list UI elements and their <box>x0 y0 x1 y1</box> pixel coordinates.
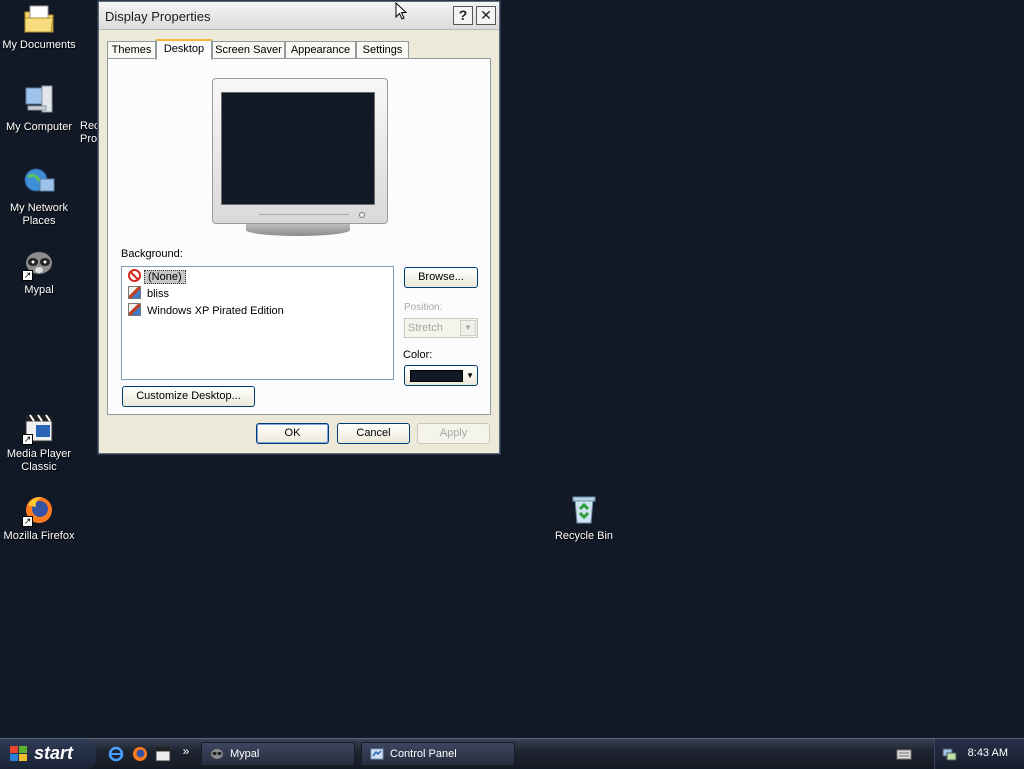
monitor-stand <box>246 224 350 236</box>
ok-button[interactable]: OK <box>256 423 329 444</box>
network-globe-icon <box>22 165 56 199</box>
desktop-icon-my-documents[interactable]: My Documents <box>0 2 78 52</box>
image-icon <box>128 303 141 316</box>
desktop-icon-recycle-bin[interactable]: Recycle Bin <box>545 493 623 543</box>
monitor-preview-screen <box>221 92 375 205</box>
tab-settings[interactable]: Settings <box>356 41 409 59</box>
taskbar-button-control-panel[interactable]: Control Panel <box>361 742 515 766</box>
system-tray: 8:43 AM <box>934 739 1024 769</box>
desktop-icon-mozilla-firefox[interactable]: ↗ Mozilla Firefox <box>0 493 78 543</box>
control-panel-icon <box>370 747 384 761</box>
desktop-icon-my-network-places[interactable]: My Network Places <box>0 165 78 228</box>
clock[interactable]: 8:43 AM <box>968 747 1008 759</box>
desktop-tab-panel: Background: (None) bliss Windows XP Pira… <box>107 58 491 415</box>
desktop-icon-label-line-1: My Network <box>9 202 69 214</box>
position-select: Stretch ▼ <box>404 318 478 338</box>
raccoon-icon: ↗ <box>22 247 56 281</box>
monitor-slot <box>259 214 349 217</box>
tab-themes[interactable]: Themes <box>107 41 156 59</box>
list-item[interactable]: bliss <box>128 286 172 302</box>
keyboard-icon[interactable] <box>896 746 912 762</box>
cancel-button[interactable]: Cancel <box>337 423 410 444</box>
apply-button: Apply <box>417 423 490 444</box>
image-icon <box>128 286 141 299</box>
position-label: Position: <box>404 302 443 313</box>
desktop-icon-label-line-1: Media Player <box>6 448 72 460</box>
color-swatch <box>410 370 463 382</box>
desktop-icon-label-line-2: Classic <box>21 461 57 473</box>
taskbar: start » Mypal Control Panel 8:43 AM <box>0 738 1024 769</box>
quicklaunch-media-player-icon[interactable] <box>155 746 171 762</box>
shortcut-arrow-icon: ↗ <box>22 516 33 527</box>
shortcut-arrow-icon: ↗ <box>22 270 33 281</box>
tab-screen-saver[interactable]: Screen Saver <box>212 41 285 59</box>
desktop-icon-label: Mypal <box>24 284 54 296</box>
power-led-icon <box>359 212 365 218</box>
clipped-label-line-1: Rec <box>80 120 100 132</box>
clipped-desktop-label: Rec Pro <box>80 120 100 146</box>
taskbar-button-label: Mypal <box>230 748 260 760</box>
quicklaunch-firefox-icon[interactable] <box>132 746 148 762</box>
mouse-cursor-icon <box>395 2 407 20</box>
monitor-preview <box>212 78 388 224</box>
quicklaunch-chevron-icon[interactable]: » <box>178 743 194 759</box>
windows-flag-icon <box>10 746 28 762</box>
background-listbox[interactable]: (None) bliss Windows XP Pirated Edition <box>121 266 394 380</box>
desktop-icon-label: Mozilla Firefox <box>3 530 75 542</box>
desktop-icon-label: My Documents <box>2 39 76 51</box>
computer-icon <box>22 84 56 118</box>
chevron-down-icon: ▼ <box>466 371 474 380</box>
folder-icon <box>22 2 56 36</box>
raccoon-icon <box>210 747 224 761</box>
desktop-icon-label-line-2: Places <box>22 215 56 227</box>
shortcut-arrow-icon: ↗ <box>22 434 33 445</box>
start-label: start <box>34 743 74 763</box>
dialog-titlebar[interactable]: Display Properties ? ✕ <box>99 2 499 30</box>
film-clapper-icon: ↗ <box>22 411 56 445</box>
none-icon <box>128 269 141 282</box>
desktop-icon-label: My Computer <box>5 121 73 133</box>
color-picker-button[interactable]: ▼ <box>404 365 478 386</box>
firefox-icon: ↗ <box>22 493 56 527</box>
taskbar-button-label: Control Panel <box>390 748 457 760</box>
list-item-label: Windows XP Pirated Edition <box>147 305 284 317</box>
desktop-icon-media-player-classic[interactable]: ↗ Media Player Classic <box>0 411 78 474</box>
tab-desktop[interactable]: Desktop <box>156 39 212 60</box>
desktop-icon-my-computer[interactable]: My Computer <box>0 84 78 134</box>
customize-desktop-button[interactable]: Customize Desktop... <box>122 386 255 407</box>
taskbar-button-mypal[interactable]: Mypal <box>201 742 355 766</box>
list-item-label: bliss <box>147 288 170 300</box>
list-item-label: (None) <box>144 270 186 284</box>
background-label: Background: <box>121 248 183 260</box>
desktop-icon-label: Recycle Bin <box>554 530 614 542</box>
list-item[interactable]: (None) <box>128 269 186 285</box>
start-button[interactable]: start <box>0 739 96 769</box>
display-properties-dialog: Display Properties ? ✕ Themes Desktop Sc… <box>98 1 500 454</box>
close-button[interactable]: ✕ <box>476 6 496 25</box>
chevron-down-icon: ▼ <box>460 320 476 336</box>
desktop-icon-mypal[interactable]: ↗ Mypal <box>0 247 78 297</box>
recycle-bin-icon <box>567 493 601 527</box>
dialog-title: Display Properties <box>105 9 211 24</box>
list-item[interactable]: Windows XP Pirated Edition <box>128 303 287 319</box>
help-button[interactable]: ? <box>453 6 473 25</box>
color-label: Color: <box>403 349 433 361</box>
tray-network-icon[interactable] <box>941 746 957 762</box>
clipped-label-line-2: Pro <box>80 133 98 145</box>
position-value: Stretch <box>408 322 443 334</box>
browse-button[interactable]: Browse... <box>404 267 478 288</box>
tab-appearance[interactable]: Appearance <box>285 41 356 59</box>
quicklaunch-ie-icon[interactable] <box>108 746 124 762</box>
